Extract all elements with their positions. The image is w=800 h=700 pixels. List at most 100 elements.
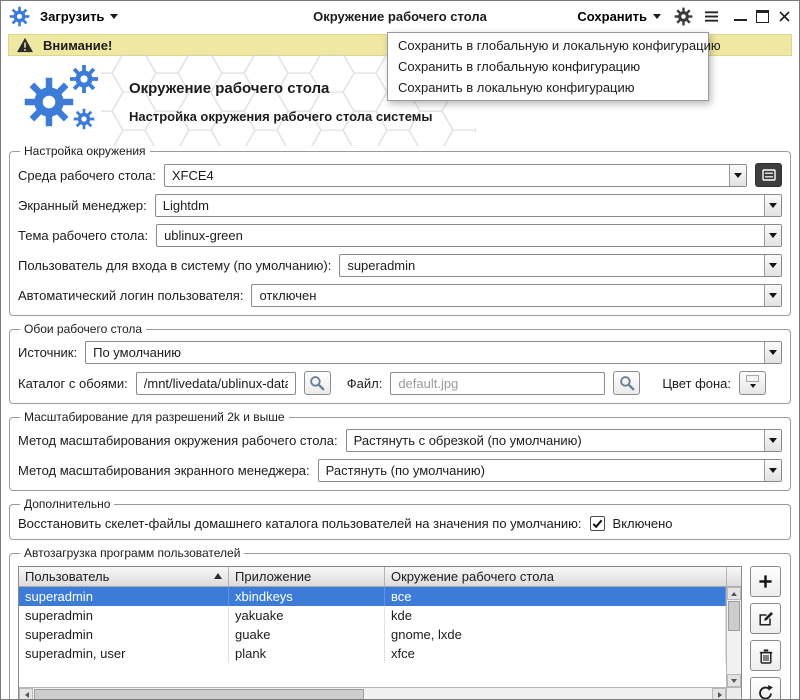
- scroll-up-button[interactable]: [727, 587, 741, 600]
- table-cell: gnome, lxde: [385, 625, 726, 644]
- autostart-table: Пользователь Приложение Окружение рабоче…: [18, 566, 742, 700]
- table-row[interactable]: superadmin, user plank xfce: [19, 644, 726, 663]
- display-manager-label: Экранный менеджер:: [18, 198, 147, 213]
- hamburger-menu-icon[interactable]: [704, 10, 719, 23]
- refresh-icon: [757, 684, 774, 700]
- table-cell: kde: [385, 606, 726, 625]
- group-wallpaper-legend: Обои рабочего стола: [20, 322, 146, 336]
- scroll-right-button[interactable]: [712, 688, 726, 700]
- auto-login-select[interactable]: отключен: [251, 284, 782, 307]
- settings-gear-icon[interactable]: [674, 7, 693, 26]
- scroll-left-button[interactable]: [19, 688, 33, 700]
- add-row-button[interactable]: [750, 566, 781, 597]
- minimize-button[interactable]: [734, 10, 747, 23]
- titlebar: Загрузить Окружение рабочего стола Сохра…: [1, 1, 799, 31]
- maximize-button[interactable]: [756, 10, 769, 23]
- check-icon: [592, 518, 603, 529]
- group-wallpaper: Обои рабочего стола Источник: По умолчан…: [9, 322, 791, 404]
- group-environment: Настройка окружения Среда рабочего стола…: [9, 144, 791, 316]
- default-login-user-label: Пользователь для входа в систему (по умо…: [18, 258, 331, 273]
- chevron-down-icon[interactable]: [764, 430, 781, 451]
- table-cell: superadmin: [19, 587, 229, 606]
- close-button[interactable]: [778, 10, 791, 23]
- scroll-down-button[interactable]: [727, 674, 741, 687]
- chevron-down-icon[interactable]: [764, 255, 781, 276]
- default-login-user-select[interactable]: superadmin: [339, 254, 782, 277]
- group-autostart: Автозагрузка программ пользователей Поль…: [9, 546, 791, 700]
- chevron-down-icon: [750, 384, 756, 391]
- dm-scaling-method-label: Метод масштабирования экранного менеджер…: [18, 463, 310, 478]
- wallpaper-source-label: Источник:: [18, 345, 77, 360]
- scrollbar-corner: [727, 567, 741, 587]
- table-row[interactable]: superadmin yakuake kde: [19, 606, 726, 625]
- desktop-theme-label: Тема рабочего стола:: [18, 228, 148, 243]
- group-environment-legend: Настройка окружения: [20, 144, 150, 158]
- background-color-button[interactable]: [739, 371, 766, 395]
- wallpaper-file-input[interactable]: [390, 372, 605, 395]
- chevron-down-icon[interactable]: [764, 285, 781, 306]
- load-button[interactable]: Загрузить: [38, 7, 120, 26]
- restore-skel-label: Восстановить скелет-файлы домашнего ката…: [18, 516, 582, 531]
- group-scaling: Масштабирование для разрешений 2k и выше…: [9, 410, 791, 491]
- chevron-down-icon[interactable]: [764, 195, 781, 216]
- vertical-scrollbar[interactable]: [726, 567, 741, 687]
- column-header-desktop-env[interactable]: Окружение рабочего стола: [385, 567, 726, 586]
- wallpaper-dir-input[interactable]: [136, 372, 296, 395]
- save-button[interactable]: Сохранить: [575, 7, 663, 26]
- plus-icon: [758, 574, 773, 589]
- app-gear-icon: [9, 6, 30, 27]
- menu-item-save-local[interactable]: Сохранить в локальную конфигурацию: [388, 77, 708, 98]
- restore-skel-checkbox[interactable]: [590, 516, 605, 531]
- table-row[interactable]: superadmin guake gnome, lxde: [19, 625, 726, 644]
- list-icon: [762, 169, 776, 181]
- restore-skel-checkbox-label: Включено: [613, 516, 673, 531]
- desktop-scaling-method-select[interactable]: Растянуть с обрезкой (по умолчанию): [346, 429, 782, 452]
- desktop-env-details-button[interactable]: [755, 163, 782, 187]
- desktop-theme-select[interactable]: ublinux-green: [156, 224, 782, 247]
- chevron-down-icon[interactable]: [764, 342, 781, 363]
- desktop-env-select[interactable]: XFCE4: [164, 164, 747, 187]
- horizontal-scroll-thumb[interactable]: [34, 689, 364, 700]
- browse-wallpaper-file-button[interactable]: [613, 371, 640, 395]
- vertical-scroll-thumb[interactable]: [728, 601, 740, 631]
- table-cell: superadmin, user: [19, 644, 229, 663]
- chevron-down-icon[interactable]: [764, 460, 781, 481]
- menu-item-save-global-local[interactable]: Сохранить в глобальную и локальную конфи…: [388, 35, 708, 56]
- display-manager-select[interactable]: Lightdm: [155, 194, 782, 217]
- chevron-down-icon: [110, 14, 118, 23]
- table-cell: все: [385, 587, 726, 606]
- horizontal-scrollbar[interactable]: [19, 687, 741, 700]
- wallpaper-file-label: Файл:: [347, 376, 383, 391]
- chevron-down-icon[interactable]: [729, 165, 746, 186]
- table-cell: guake: [229, 625, 385, 644]
- color-swatch: [746, 375, 759, 382]
- browse-wallpaper-dir-button[interactable]: [304, 371, 331, 395]
- table-row[interactable]: superadmin xbindkeys все: [19, 587, 726, 606]
- edit-row-button[interactable]: [750, 603, 781, 634]
- save-button-label: Сохранить: [577, 9, 647, 24]
- column-header-application[interactable]: Приложение: [229, 567, 385, 586]
- wallpaper-dir-label: Каталог с обоями:: [18, 376, 128, 391]
- warning-text: Внимание!: [43, 38, 112, 53]
- refresh-button[interactable]: [750, 677, 781, 700]
- dm-scaling-method-select[interactable]: Растянуть (по умолчанию): [318, 459, 782, 482]
- table-cell: superadmin: [19, 606, 229, 625]
- group-additional-legend: Дополнительно: [20, 497, 114, 511]
- wallpaper-source-select[interactable]: По умолчанию: [85, 341, 782, 364]
- group-autostart-legend: Автозагрузка программ пользователей: [20, 546, 244, 560]
- pencil-icon: [758, 611, 774, 627]
- chevron-down-icon[interactable]: [764, 225, 781, 246]
- chevron-down-icon: [653, 14, 661, 23]
- desktop-scaling-method-label: Метод масштабирования окружения рабочего…: [18, 433, 338, 448]
- menu-item-save-global[interactable]: Сохранить в глобальную конфигурацию: [388, 56, 708, 77]
- search-icon: [619, 375, 635, 391]
- table-cell: yakuake: [229, 606, 385, 625]
- background-color-label: Цвет фона:: [662, 376, 731, 391]
- delete-row-button[interactable]: [750, 640, 781, 671]
- app-window: Загрузить Окружение рабочего стола Сохра…: [0, 0, 800, 700]
- sort-ascending-icon: [214, 569, 222, 579]
- table-cell: xfce: [385, 644, 726, 663]
- column-header-user[interactable]: Пользователь: [19, 567, 229, 586]
- group-scaling-legend: Масштабирование для разрешений 2k и выше: [20, 410, 289, 424]
- scrollbar-corner: [726, 688, 741, 700]
